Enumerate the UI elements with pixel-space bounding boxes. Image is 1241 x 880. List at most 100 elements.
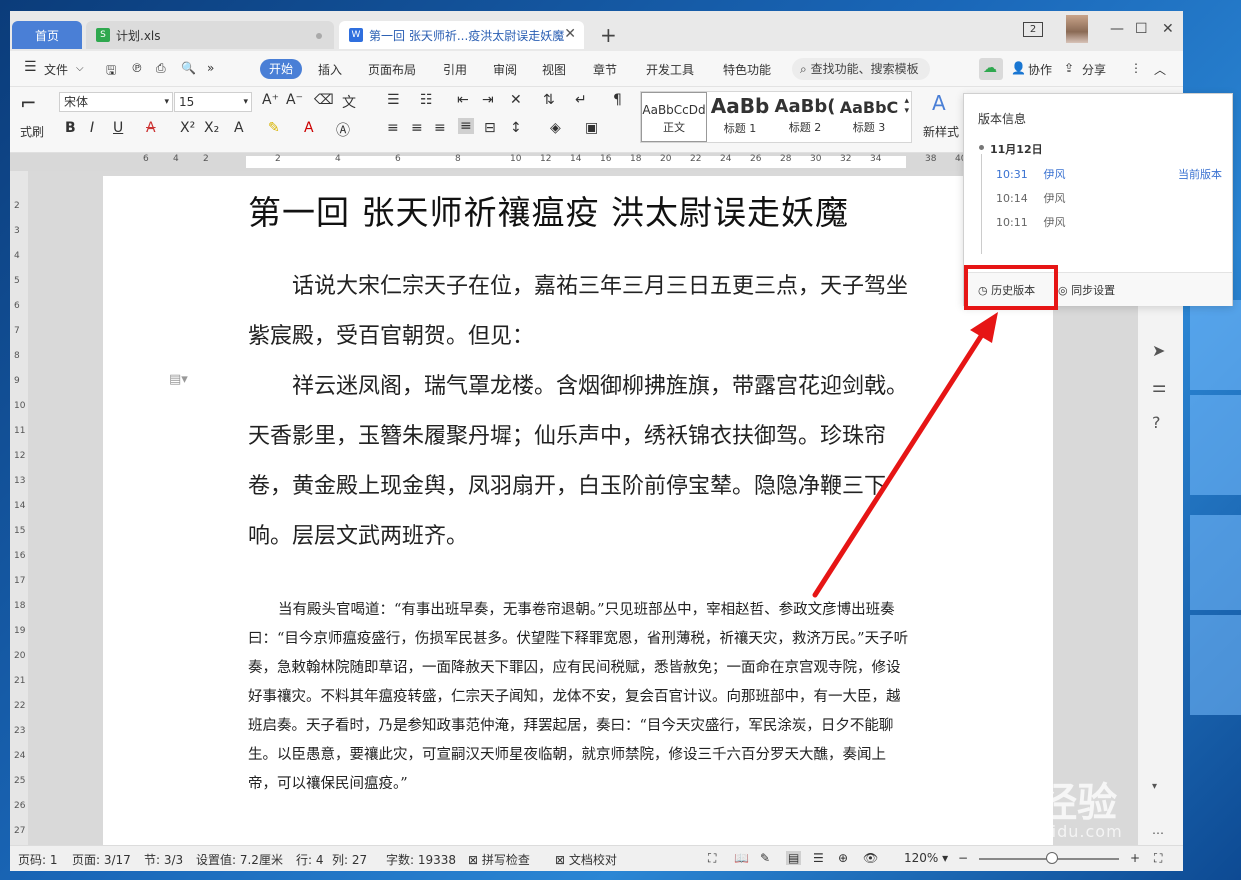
clear-format-icon[interactable]: ⌫ (314, 92, 334, 108)
web-view-icon[interactable]: ⊕ (838, 851, 848, 865)
menu-insert[interactable]: 插入 (318, 61, 342, 78)
italic-icon[interactable]: I (90, 120, 94, 136)
write-mode-icon[interactable]: ✎ (760, 851, 770, 865)
collab-icon[interactable]: 👤 (1011, 61, 1026, 75)
maximize-icon[interactable]: ☐ (1135, 21, 1148, 37)
font-size-select[interactable]: 15 ▾ (174, 92, 252, 112)
align-right-icon[interactable]: ≡ (434, 120, 446, 136)
status-page[interactable]: 页面: 3/17 (72, 851, 131, 868)
sync-settings-button[interactable]: ◎ 同步设置 (1058, 282, 1115, 298)
grow-font-icon[interactable]: A⁺ (262, 92, 279, 108)
increase-indent-icon[interactable]: ⇥ (482, 92, 494, 108)
minimize-icon[interactable]: — (1110, 21, 1124, 37)
text-effect-icon[interactable]: A (234, 120, 244, 136)
tab-document[interactable]: W 第一回 张天师祈...疫洪太尉误走妖魔 ✕ (339, 21, 584, 49)
menu-chapter[interactable]: 章节 (593, 61, 617, 78)
more-options-icon[interactable]: ⋮ (1130, 61, 1142, 75)
spell-check-button[interactable]: ⊠ 拼写检查 (468, 851, 530, 868)
bullet-list-icon[interactable]: ☰ (387, 92, 400, 108)
menu-special[interactable]: 特色功能 (723, 61, 771, 78)
highlight-icon[interactable]: ✎ (268, 120, 280, 136)
line-spacing-icon[interactable]: ↕ (510, 120, 522, 136)
font-color-icon[interactable]: A (304, 120, 314, 136)
read-mode-icon[interactable]: 📖 (734, 851, 749, 865)
paragraph-handle-icon[interactable]: ▤▾ (169, 372, 188, 387)
settings-sliders-icon[interactable]: ⚌ (1152, 377, 1166, 396)
chevron-down-icon[interactable]: ⌵ (76, 63, 84, 74)
menu-layout[interactable]: 页面布局 (368, 61, 416, 78)
share-icon[interactable]: ⇪ (1064, 61, 1074, 75)
chinese-layout-icon[interactable]: ✕ (510, 92, 522, 108)
style-heading1[interactable]: AaBb 标题 1 (707, 92, 773, 142)
subscript-icon[interactable]: X₂ (204, 120, 219, 136)
distributed-icon[interactable]: ⊟ (484, 120, 496, 136)
align-center-icon[interactable]: ≡ (411, 120, 423, 136)
tab-xls[interactable]: S 计划.xls (86, 21, 334, 49)
document-page[interactable]: 第一回 张天师祈禳瘟疫 洪太尉误走妖魔 话说大宋仁宗天子在位，嘉祐三年三月三日五… (103, 176, 1053, 856)
eye-protect-icon[interactable]: 👁 (863, 851, 878, 865)
zoom-in-icon[interactable]: + (1130, 851, 1140, 865)
hamburger-icon[interactable]: ☰ (24, 59, 37, 75)
new-style-label[interactable]: 新样式 (923, 123, 959, 140)
fit-page-icon[interactable]: ⛶ (1154, 851, 1162, 866)
sort-icon[interactable]: ⇅ (543, 92, 555, 108)
shrink-font-icon[interactable]: A⁻ (286, 92, 303, 108)
para-mark-icon[interactable]: ¶ (613, 92, 622, 108)
shading-icon[interactable]: ◈ (550, 120, 561, 136)
vertical-ruler[interactable]: 2 3 4 5 6 7 8 9 10 11 12 13 14 15 16 17 … (10, 171, 28, 851)
style-normal[interactable]: AaBbCcDd 正文 (641, 92, 707, 142)
more-icon[interactable]: » (207, 61, 214, 75)
style-heading2[interactable]: AaBb( 标题 2 (773, 92, 837, 142)
more-dots-icon[interactable]: ⋯ (1152, 826, 1164, 840)
collapse-ribbon-icon[interactable]: ︿ (1154, 61, 1166, 78)
phonetic-icon[interactable]: 文 (342, 92, 356, 112)
close-tab-icon[interactable]: ✕ (564, 26, 576, 42)
strikethrough-icon[interactable]: A (146, 120, 156, 136)
decrease-indent-icon[interactable]: ⇤ (457, 92, 469, 108)
version-entry[interactable]: 10:14 伊风 (996, 190, 1066, 206)
new-tab-icon[interactable]: + (600, 25, 617, 45)
outline-view-icon[interactable]: ☰ (813, 851, 824, 865)
page-view-icon[interactable]: ▤ (786, 851, 802, 865)
justify-icon[interactable]: ≡ (458, 118, 474, 134)
bold-icon[interactable]: B (65, 120, 76, 136)
borders-icon[interactable]: ▣ (585, 120, 598, 136)
font-name-select[interactable]: 宋体 ▾ (59, 92, 173, 112)
menu-reference[interactable]: 引用 (443, 61, 467, 78)
underline-icon[interactable]: U (113, 120, 123, 136)
print-preview-icon[interactable]: 🔍 (181, 61, 196, 75)
menu-view[interactable]: 视图 (542, 61, 566, 78)
format-painter-icon[interactable]: ℗ (131, 61, 143, 75)
print-icon[interactable]: ⎙ (156, 61, 166, 76)
close-window-icon[interactable]: ✕ (1162, 21, 1174, 37)
menu-devtools[interactable]: 开发工具 (646, 61, 694, 78)
status-word-count[interactable]: 字数: 19338 (386, 851, 456, 868)
save-icon[interactable]: 🖫 (106, 61, 116, 82)
new-style-icon[interactable]: A (932, 91, 946, 115)
version-entry[interactable]: 10:11 伊风 (996, 214, 1066, 230)
cloud-sync-button[interactable]: ☁ (979, 58, 1003, 80)
window-counter-badge[interactable]: 2 (1023, 22, 1043, 37)
style-heading3[interactable]: AaBbC 标题 3 (837, 92, 901, 142)
superscript-icon[interactable]: X² (180, 120, 195, 136)
avatar[interactable] (1066, 15, 1088, 43)
doc-proof-button[interactable]: ⊠ 文档校对 (555, 851, 617, 868)
menu-review[interactable]: 审阅 (493, 61, 517, 78)
numbered-list-icon[interactable]: ☷ (420, 92, 433, 108)
scroll-down-icon[interactable]: ▾ (1152, 781, 1157, 792)
tab-home[interactable]: 首页 (12, 21, 82, 49)
menu-start[interactable]: 开始 (260, 59, 302, 79)
format-painter-icon[interactable]: ⌐ (20, 91, 37, 115)
help-icon[interactable]: ? (1152, 413, 1161, 432)
zoom-slider-handle[interactable] (1046, 852, 1058, 864)
menu-file[interactable]: 文件 (44, 61, 68, 78)
gallery-scroll-icon[interactable]: ▴ ▾ (904, 96, 909, 116)
align-left-icon[interactable]: ≡ (387, 120, 399, 136)
select-pointer-icon[interactable]: ➤ (1152, 341, 1165, 360)
show-marks-icon[interactable]: ↵ (575, 92, 587, 108)
menu-collab[interactable]: 协作 (1028, 61, 1052, 78)
zoom-out-icon[interactable]: − (958, 851, 968, 865)
search-functions[interactable]: ⌕ 查找功能、搜索模板 (792, 58, 930, 80)
fullscreen-icon[interactable]: ⛶ (708, 851, 716, 866)
char-border-icon[interactable]: Ⓐ (336, 120, 350, 140)
